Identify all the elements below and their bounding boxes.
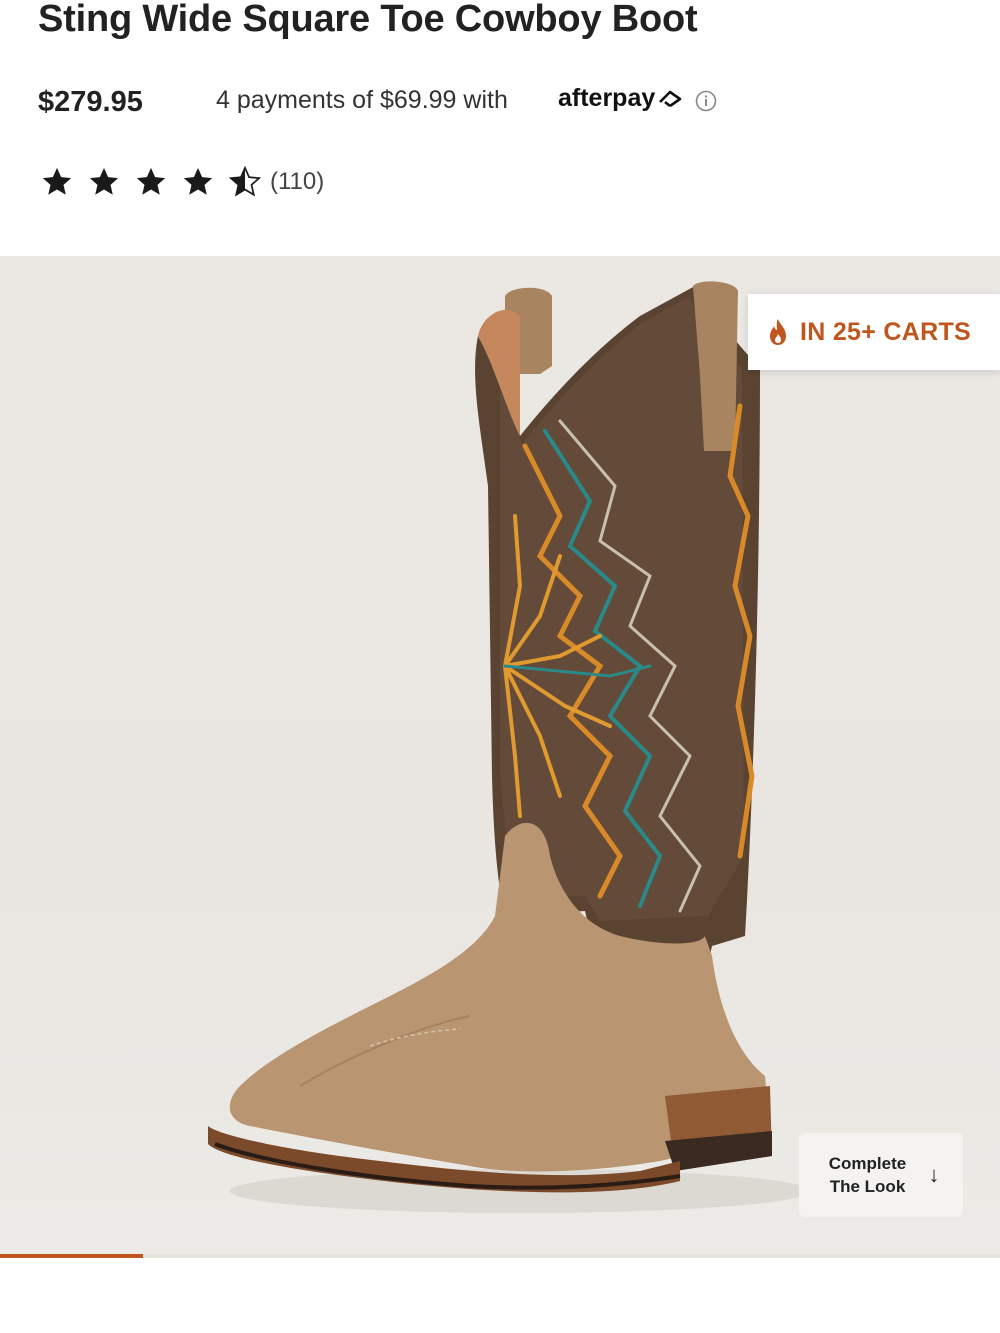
info-icon[interactable] (695, 90, 717, 117)
product-title: Sting Wide Square Toe Cowboy Boot (38, 0, 698, 40)
carousel-progress-track (0, 1254, 1000, 1258)
star-full-icon (136, 167, 166, 195)
carousel-progress-fill (0, 1254, 143, 1258)
afterpay-installments-text: 4 payments of $69.99 with (216, 86, 508, 114)
complete-the-look-line2: The Look (829, 1177, 906, 1196)
product-image-carousel[interactable]: IN 25+ CARTS Complete The Look ↓ (0, 256, 1000, 1256)
complete-the-look-label: Complete The Look (823, 1152, 913, 1198)
rating-row[interactable]: (110) (40, 164, 324, 200)
review-count[interactable]: (110) (270, 168, 324, 196)
star-full-icon (42, 167, 72, 195)
in-carts-text: IN 25+ CARTS (800, 317, 972, 346)
in-carts-badge: IN 25+ CARTS (748, 294, 1000, 370)
price-row: $279.95 4 payments of $69.99 with afterp… (38, 84, 717, 120)
flame-icon (770, 319, 786, 345)
star-half-icon (228, 165, 262, 197)
complete-the-look-line1: Complete (828, 1154, 907, 1173)
complete-the-look-button[interactable]: Complete The Look ↓ (799, 1133, 963, 1217)
afterpay-logo[interactable]: afterpay (558, 84, 683, 113)
product-price: $279.95 (38, 85, 143, 118)
star-full-icon (183, 167, 213, 195)
arrow-down-icon: ↓ (928, 1162, 940, 1187)
afterpay-arrows-icon (659, 90, 682, 107)
afterpay-brand-text: afterpay (558, 84, 656, 112)
boot-product-image (208, 281, 810, 1213)
star-full-icon (89, 167, 119, 195)
